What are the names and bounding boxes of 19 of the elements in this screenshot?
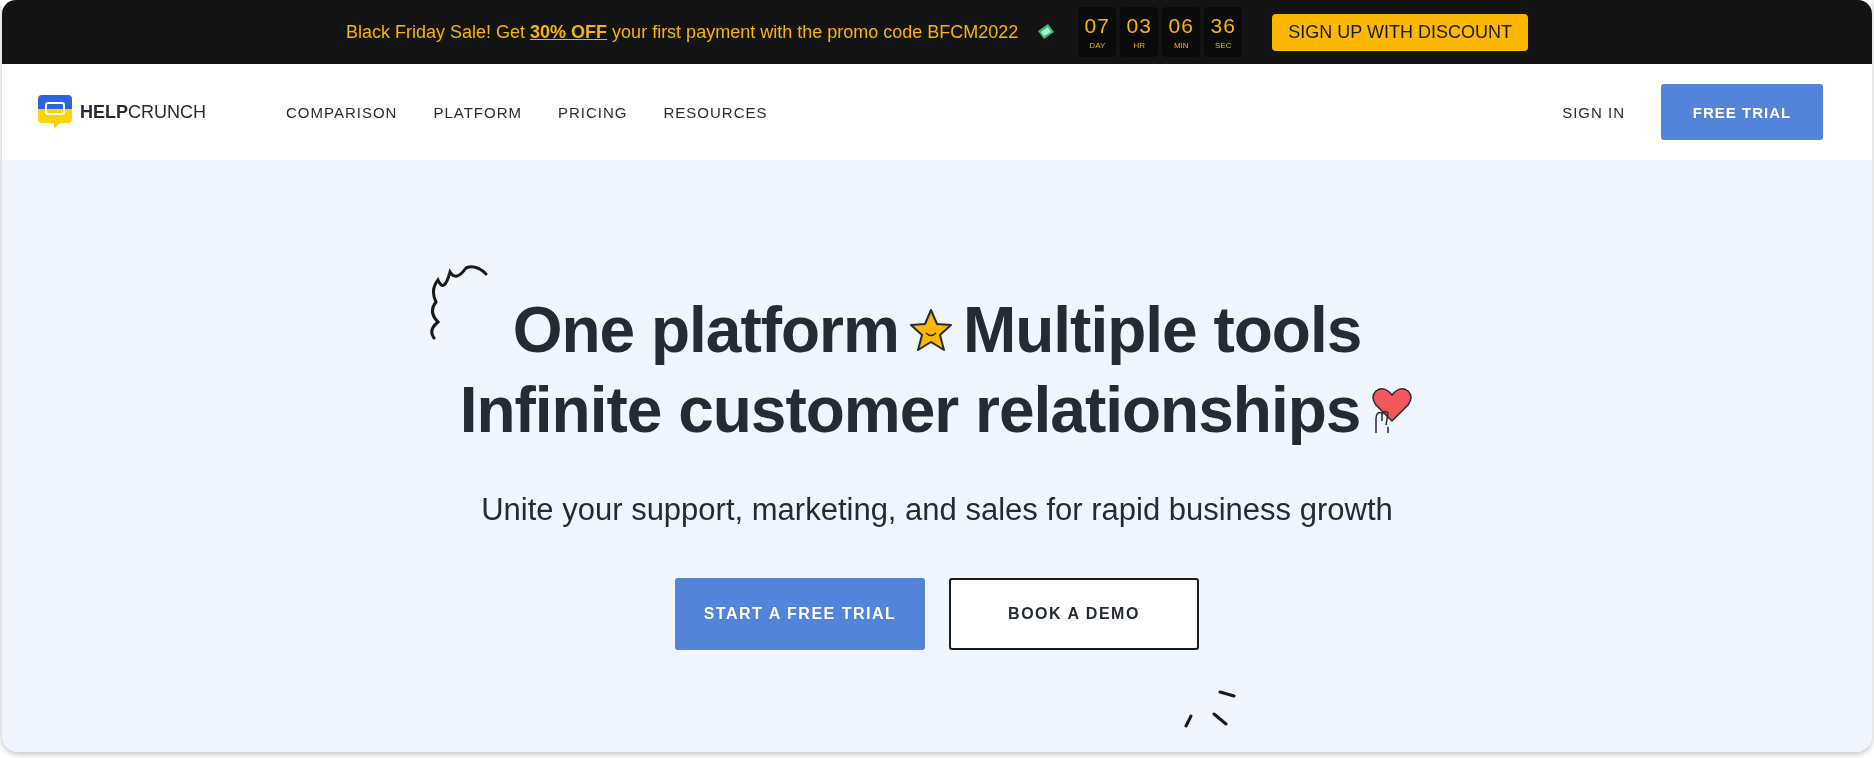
subtitle-text: Unite your support, marketing, and sales for rapid business growth — [481, 492, 1393, 528]
nav-link[interactable]: COMPARISON — [286, 103, 398, 121]
heading-text: One platform — [512, 293, 899, 368]
sign-in-link[interactable]: SIGN IN — [1562, 103, 1625, 121]
free-trial-button[interactable]: FREE TRIAL — [1661, 84, 1823, 140]
nav-link[interactable]: PLATFORM — [433, 103, 522, 121]
countdown-unit: 36 SEC — [1204, 7, 1243, 57]
cta-button[interactable]: BOOK A DEMO — [949, 578, 1199, 650]
countdown-unit: 06 MIN — [1162, 7, 1201, 57]
heading-text: Multiple tools — [962, 293, 1362, 368]
cta-button[interactable]: START A FREE TRIAL — [675, 578, 925, 650]
signup-discount-button[interactable]: SIGN UP WITH DISCOUNT — [1272, 13, 1528, 51]
heading-text: Infinite customer relationships — [459, 373, 1361, 448]
nav-link[interactable]: RESOURCES — [663, 103, 768, 121]
countdown-unit: 03 HR — [1120, 7, 1159, 57]
nav-link[interactable]: PRICING — [558, 103, 628, 121]
countdown-unit: 07 DAY — [1078, 7, 1117, 57]
logo-text[interactable]: HELPCRUNCH — [80, 101, 206, 123]
promo-text: Black Friday Sale! Get 30% OFF your first payment with the promo code BFCM2022 — [346, 21, 1019, 43]
